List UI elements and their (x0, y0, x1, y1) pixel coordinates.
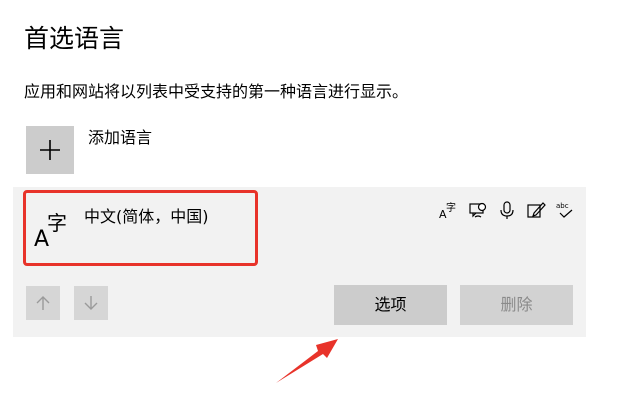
preferred-languages-page: 首选语言 应用和网站将以列表中受支持的第一种语言进行显示。 添加语言 A 字 中… (0, 0, 630, 420)
add-language-button[interactable] (26, 126, 74, 174)
language-item-highlight[interactable]: A 字 中文(简体，中国) (23, 190, 258, 266)
remove-button[interactable]: 删除 (460, 285, 573, 325)
page-description: 应用和网站将以列表中受支持的第一种语言进行显示。 (24, 82, 409, 101)
options-button[interactable]: 选项 (334, 285, 447, 325)
language-char-icon: A 字 (34, 211, 67, 249)
svg-text:abc: abc (556, 202, 569, 210)
language-card[interactable]: A 字 中文(简体，中国) A 字 abc 选项 删除 (13, 187, 586, 337)
annotation-arrow-icon (276, 339, 338, 383)
add-language-label[interactable]: 添加语言 (88, 126, 152, 150)
svg-text:字: 字 (446, 201, 456, 214)
spell-check-icon: abc (554, 199, 575, 221)
plus-icon (40, 140, 60, 160)
arrow-up-icon (36, 296, 50, 310)
speech-recognition-icon (496, 199, 517, 221)
arrow-down-icon (84, 296, 98, 310)
move-up-button[interactable] (26, 286, 60, 320)
text-to-speech-icon (467, 199, 488, 221)
page-title: 首选语言 (24, 24, 125, 53)
svg-text:字: 字 (47, 211, 67, 235)
display-language-icon: A 字 (438, 199, 459, 221)
language-feature-icons: A 字 abc (438, 199, 575, 221)
move-down-button[interactable] (74, 286, 108, 320)
language-name: 中文(简体，中国) (84, 207, 209, 226)
handwriting-icon (525, 199, 546, 221)
